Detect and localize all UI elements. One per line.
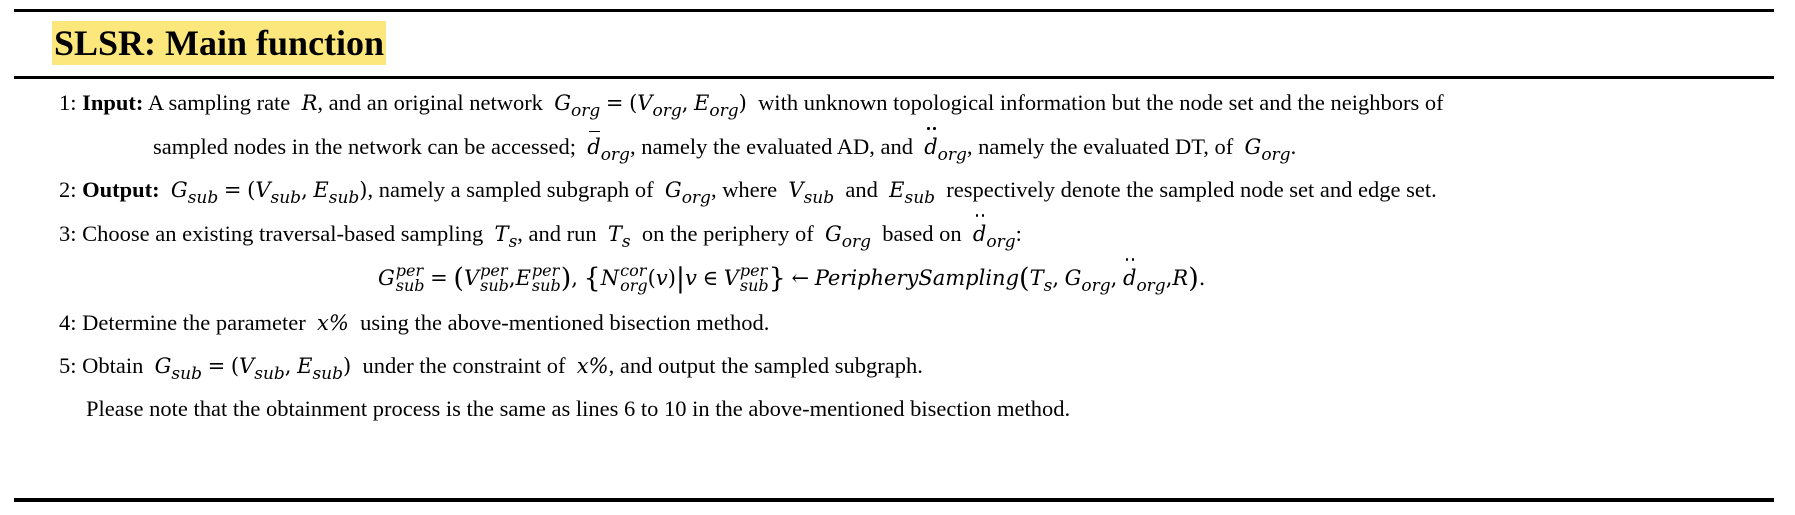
output-label: Output:	[82, 177, 160, 202]
line-number: 5:	[59, 353, 77, 378]
math-d-ddot-org: dorg	[924, 127, 967, 165]
line-4: 4: Determine the parameter x% using the …	[59, 310, 770, 335]
math-G-org-def: Gorg = (Vorg, Eorg)	[554, 91, 747, 121]
math-G-sub-def: Gsub = (Vsub, Esub)	[154, 354, 352, 384]
line-3: 3: Choose an existing traversal-based sa…	[59, 214, 1022, 253]
top-rule	[14, 9, 1774, 12]
math-G-org: Gorg	[1244, 135, 1291, 165]
line-number: 3:	[59, 221, 77, 246]
line-2: 2: Output: Gsub = (Vsub, Esub), namely a…	[59, 177, 1437, 208]
math-R: R	[301, 91, 318, 115]
math-G-sub-def: Gsub = (Vsub, Esub)	[170, 178, 368, 208]
line-number: 2:	[59, 177, 77, 202]
line-1-continued: sampled nodes in the network can be acce…	[153, 127, 1296, 166]
math-V-sub: Vsub	[788, 178, 835, 208]
math-x-percent: x%	[317, 311, 349, 335]
algorithm-title: SLSR: Main function	[52, 21, 387, 65]
math-T-s: Ts	[494, 222, 518, 252]
line-5: 5: Obtain Gsub = (Vsub, Esub) under the …	[59, 353, 923, 384]
line-number: 1:	[59, 90, 77, 115]
algorithm-box: SLSR: Main function 1: Input: A sampling…	[14, 9, 1774, 505]
line-5-note: Please note that the obtainment process …	[86, 396, 1071, 421]
math-d-ddot-org: dorg	[973, 214, 1016, 252]
periphery-sampling-fn: PeripherySampling	[814, 266, 1020, 290]
math-d-bar-org: dorg	[587, 131, 630, 165]
bottom-rule	[14, 498, 1774, 502]
math-G-org: Gorg	[664, 178, 711, 208]
math-T-s: Ts	[607, 222, 631, 252]
header-rule	[14, 76, 1774, 79]
math-E-sub: Esub	[889, 178, 936, 208]
input-label: Input:	[82, 90, 144, 115]
math-G-org: Gorg	[824, 222, 872, 252]
line-1: 1: Input: A sampling rate R, and an orig…	[59, 90, 1444, 121]
line-number: 4:	[59, 310, 77, 335]
periphery-sampling-formula: Gper sub = (V per sub ,E per sub), {N cor org (v)…	[378, 258, 1206, 296]
math-x-percent: x%	[576, 354, 609, 378]
